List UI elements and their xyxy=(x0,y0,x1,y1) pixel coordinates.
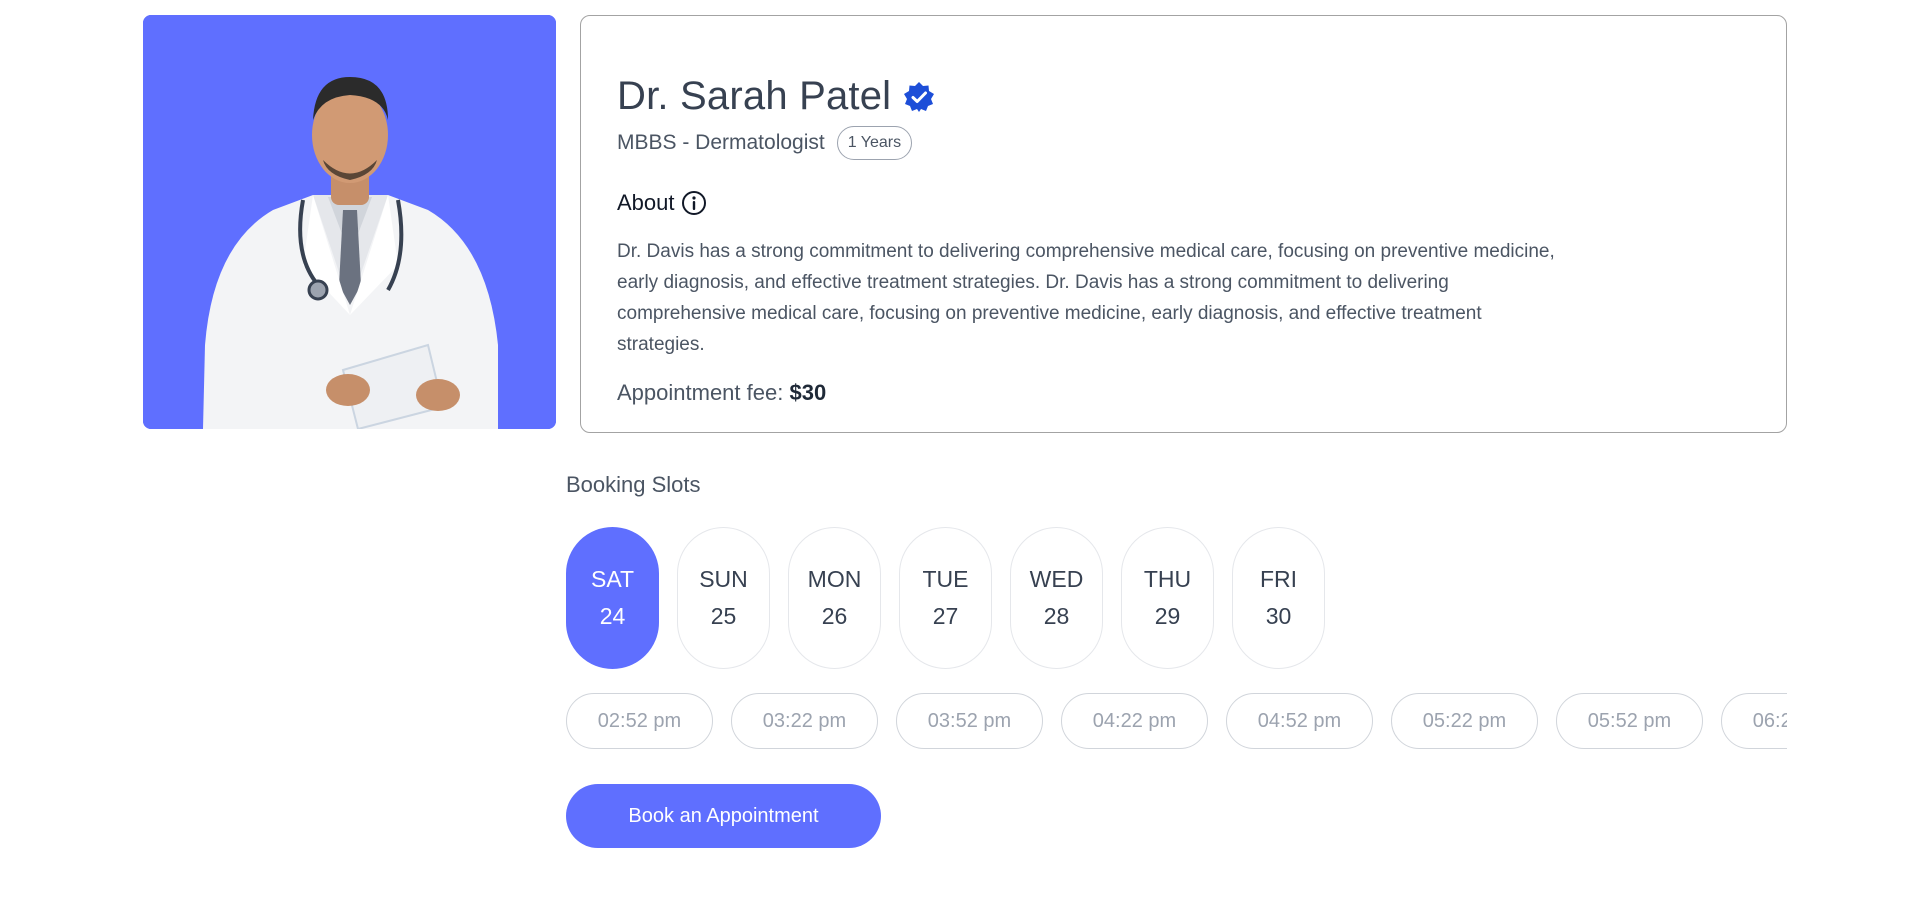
time-slot[interactable]: 03:22 pm xyxy=(731,693,878,749)
about-heading: About xyxy=(617,190,707,216)
day-date: 28 xyxy=(1043,603,1070,629)
experience-badge: 1 Years xyxy=(836,126,913,160)
about-text: Dr. Davis has a strong commitment to del… xyxy=(617,241,1555,355)
day-pill[interactable]: THU 29 xyxy=(1121,527,1214,669)
day-date: 24 xyxy=(599,603,626,629)
day-name: WED xyxy=(1029,566,1084,592)
specialty-row: MBBS - Dermatologist 1 Years xyxy=(617,126,913,160)
doctor-photo xyxy=(143,15,556,429)
time-slot[interactable]: 03:52 pm xyxy=(896,693,1043,749)
day-name: THU xyxy=(1143,566,1192,592)
doctor-illustration xyxy=(143,15,556,429)
time-slot[interactable]: 06:22 pm xyxy=(1721,693,1787,749)
day-pill[interactable]: MON 26 xyxy=(788,527,881,669)
doctor-info-card: Dr. Sarah Patel MBBS - Dermatologist 1 Y… xyxy=(580,15,1787,433)
time-slot-list: 02:52 pm 03:22 pm 03:52 pm 04:22 pm 04:52 pm… xyxy=(566,693,1787,749)
time-slots-scroller[interactable]: 02:52 pm 03:22 pm 03:52 pm 04:22 pm 04:52 pm… xyxy=(566,693,1787,749)
day-name: MON xyxy=(807,566,862,592)
day-pill[interactable]: SAT 24 xyxy=(566,527,659,669)
book-appointment-button[interactable]: Book an Appointment xyxy=(566,784,881,848)
fee-label: Appointment fee: xyxy=(617,380,784,405)
day-name: SAT xyxy=(590,566,635,592)
day-name: TUE xyxy=(922,566,969,592)
day-pill[interactable]: FRI 30 xyxy=(1232,527,1325,669)
day-pill[interactable]: WED 28 xyxy=(1010,527,1103,669)
time-slot[interactable]: 04:52 pm xyxy=(1226,693,1373,749)
day-pill[interactable]: SUN 25 xyxy=(677,527,770,669)
time-slot[interactable]: 02:52 pm xyxy=(566,693,713,749)
time-slot[interactable]: 04:22 pm xyxy=(1061,693,1208,749)
doctor-name: Dr. Sarah Patel xyxy=(617,74,892,118)
booking-slots-title: Booking Slots xyxy=(566,472,701,497)
about-label: About xyxy=(617,190,675,215)
fee-value: $30 xyxy=(789,380,827,405)
doctor-specialty: MBBS - Dermatologist xyxy=(617,131,825,154)
day-name: FRI xyxy=(1259,566,1298,592)
day-name: SUN xyxy=(699,566,748,592)
day-date: 26 xyxy=(821,603,848,629)
verified-badge-icon xyxy=(903,81,935,113)
info-icon xyxy=(681,190,707,216)
time-slot[interactable]: 05:52 pm xyxy=(1556,693,1703,749)
day-date: 30 xyxy=(1265,603,1292,629)
time-slot[interactable]: 05:22 pm xyxy=(1391,693,1538,749)
appointment-fee: Appointment fee: $30 xyxy=(617,380,826,406)
day-date: 27 xyxy=(932,603,959,629)
day-date: 29 xyxy=(1154,603,1181,629)
day-selector: SAT 24 SUN 25 MON 26 TUE 27 WED 28 THU 29 FRI 30 xyxy=(566,527,1325,669)
day-pill[interactable]: TUE 27 xyxy=(899,527,992,669)
day-date: 25 xyxy=(710,603,737,629)
name-row: Dr. Sarah Patel xyxy=(617,74,935,119)
